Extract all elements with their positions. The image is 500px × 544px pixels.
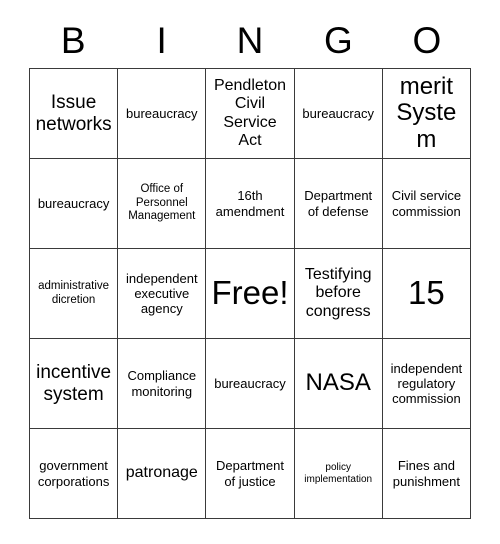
bingo-header-letter-i: I	[156, 19, 167, 61]
bingo-header-row: B I N G O	[29, 12, 471, 68]
bingo-cell-label: NASA	[305, 369, 371, 397]
bingo-header-letter-n: N	[236, 19, 264, 61]
bingo-cell-label: merit System	[396, 72, 457, 153]
bingo-cell-r1c4[interactable]: bureaucracy	[294, 69, 383, 159]
bingo-cell-r2c4[interactable]: Department of defense	[294, 159, 383, 249]
bingo-cell-label: incentive system	[36, 362, 112, 405]
bingo-cell-r5c5[interactable]: Fines and punishment	[382, 429, 471, 519]
bingo-cell-r2c1[interactable]: bureaucracy	[30, 159, 119, 249]
bingo-cell-r1c2[interactable]: bureaucracy	[118, 69, 207, 159]
bingo-cell-r3c2[interactable]: independent executive agency	[118, 249, 207, 339]
bingo-cell-label: Department of justice	[216, 458, 284, 489]
bingo-cell-r2c5[interactable]: Civil service commission	[382, 159, 471, 249]
bingo-grid: Issue networks bureaucracy Pendleton Civ…	[29, 68, 471, 519]
bingo-cell-label: independent executive agency	[126, 270, 198, 317]
bingo-cell-label: Pendleton Civil Service Act	[213, 77, 287, 149]
bingo-cell-r4c2[interactable]: Compliance monitoring	[118, 339, 207, 429]
bingo-cell-label: bureaucracy	[37, 195, 110, 211]
bingo-cell-label: bureaucracy	[126, 105, 198, 121]
bingo-cell-r1c3[interactable]: Pendleton Civil Service Act	[206, 69, 295, 159]
bingo-cell-label: bureaucracy	[302, 105, 374, 121]
bingo-header-letter-o: O	[412, 19, 442, 61]
bingo-header-letter-g: G	[324, 19, 353, 61]
bingo-cell-r5c4[interactable]: policy implementation	[294, 429, 383, 519]
bingo-cell-label: bureaucracy	[214, 375, 286, 391]
bingo-card: B I N G O Issue networks bureaucracy Pen…	[29, 12, 471, 519]
bingo-cell-label: Department of defense	[304, 188, 373, 219]
bingo-cell-label: Testifying before congress	[304, 266, 372, 320]
bingo-header-letter-b: B	[60, 19, 86, 61]
bingo-cell-label: Issue networks	[35, 92, 112, 135]
bingo-cell-r2c2[interactable]: Office of Personnel Management	[118, 159, 207, 249]
bingo-cell-r5c1[interactable]: government corporations	[30, 429, 119, 519]
bingo-cell-r2c3[interactable]: 16th amendment	[206, 159, 295, 249]
bingo-cell-label: Office of Personnel Management	[128, 183, 196, 223]
bingo-cell-label: policy implementation	[304, 461, 373, 485]
bingo-cell-r1c1[interactable]: Issue networks	[30, 69, 119, 159]
bingo-cell-label: government corporations	[37, 458, 110, 489]
bingo-cell-r4c4[interactable]: NASA	[294, 339, 383, 429]
bingo-cell-label: 15	[408, 274, 445, 312]
bingo-cell-r4c1[interactable]: incentive system	[30, 339, 119, 429]
bingo-cell-label: Civil service commission	[391, 188, 462, 219]
bingo-cell-r4c3[interactable]: bureaucracy	[206, 339, 295, 429]
bingo-cell-label: 16th amendment	[215, 188, 285, 219]
bingo-cell-label: independent regulatory commission	[390, 360, 463, 407]
bingo-cell-r4c5[interactable]: independent regulatory commission	[382, 339, 471, 429]
bingo-cell-label: Free!	[211, 274, 289, 312]
bingo-cell-r5c3[interactable]: Department of justice	[206, 429, 295, 519]
bingo-cell-r3c1[interactable]: administrative dicretion	[30, 249, 119, 339]
bingo-cell-label: administrative dicretion	[38, 279, 110, 306]
bingo-cell-label: Fines and punishment	[392, 458, 460, 489]
bingo-cell-free-space[interactable]: Free!	[206, 249, 295, 339]
bingo-cell-r3c5[interactable]: 15	[382, 249, 471, 339]
bingo-cell-r3c4[interactable]: Testifying before congress	[294, 249, 383, 339]
bingo-cell-label: Compliance monitoring	[127, 368, 197, 399]
bingo-cell-r5c2[interactable]: patronage	[118, 429, 207, 519]
bingo-cell-label: patronage	[125, 464, 198, 482]
bingo-cell-r1c5[interactable]: merit System	[382, 69, 471, 159]
